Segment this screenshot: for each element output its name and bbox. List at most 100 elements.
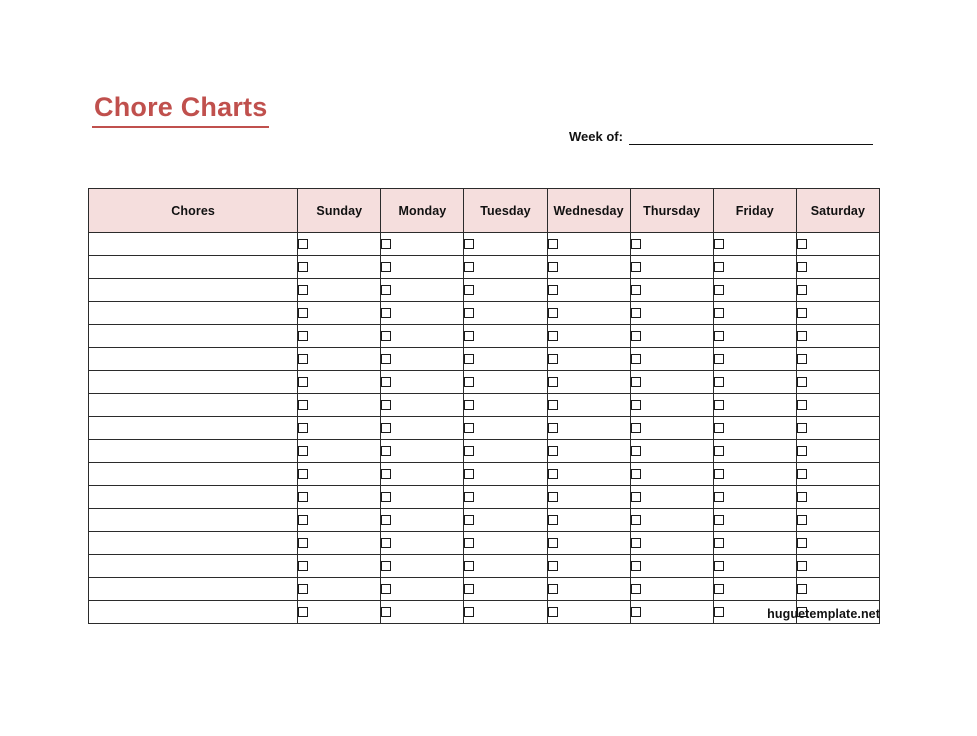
day-cell[interactable] — [629, 531, 714, 555]
checkbox-icon[interactable] — [630, 491, 641, 502]
day-cell[interactable] — [795, 462, 881, 486]
day-cell[interactable] — [297, 462, 382, 486]
chore-name-cell[interactable] — [87, 347, 299, 371]
day-cell[interactable] — [712, 278, 797, 302]
day-cell[interactable] — [546, 577, 631, 601]
day-cell[interactable] — [629, 232, 714, 256]
day-cell[interactable] — [380, 485, 465, 509]
checkbox-icon[interactable] — [464, 238, 475, 249]
chore-name-cell[interactable] — [87, 324, 299, 348]
checkbox-icon[interactable] — [547, 307, 558, 318]
day-cell[interactable] — [297, 255, 382, 279]
checkbox-icon[interactable] — [464, 583, 475, 594]
checkbox-icon[interactable] — [464, 491, 475, 502]
checkbox-icon[interactable] — [381, 330, 392, 341]
checkbox-icon[interactable] — [713, 445, 724, 456]
checkbox-icon[interactable] — [630, 399, 641, 410]
day-cell[interactable] — [712, 485, 797, 509]
checkbox-icon[interactable] — [547, 330, 558, 341]
checkbox-icon[interactable] — [630, 537, 641, 548]
checkbox-icon[interactable] — [630, 514, 641, 525]
checkbox-icon[interactable] — [464, 284, 475, 295]
day-cell[interactable] — [546, 416, 631, 440]
day-cell[interactable] — [463, 554, 548, 578]
day-cell[interactable] — [380, 393, 465, 417]
day-cell[interactable] — [795, 278, 881, 302]
day-cell[interactable] — [463, 485, 548, 509]
day-cell[interactable] — [795, 347, 881, 371]
chore-name-cell[interactable] — [87, 255, 299, 279]
day-cell[interactable] — [546, 232, 631, 256]
checkbox-icon[interactable] — [547, 399, 558, 410]
day-cell[interactable] — [463, 278, 548, 302]
chore-name-cell[interactable] — [87, 577, 299, 601]
checkbox-icon[interactable] — [464, 261, 475, 272]
checkbox-icon[interactable] — [630, 422, 641, 433]
day-cell[interactable] — [795, 255, 881, 279]
chore-name-cell[interactable] — [87, 301, 299, 325]
day-cell[interactable] — [297, 508, 382, 532]
checkbox-icon[interactable] — [464, 399, 475, 410]
checkbox-icon[interactable] — [381, 307, 392, 318]
checkbox-icon[interactable] — [464, 537, 475, 548]
checkbox-icon[interactable] — [796, 422, 807, 433]
day-cell[interactable] — [297, 531, 382, 555]
day-cell[interactable] — [712, 255, 797, 279]
checkbox-icon[interactable] — [381, 399, 392, 410]
chore-name-cell[interactable] — [87, 508, 299, 532]
day-cell[interactable] — [712, 554, 797, 578]
checkbox-icon[interactable] — [464, 330, 475, 341]
day-cell[interactable] — [463, 347, 548, 371]
day-cell[interactable] — [380, 301, 465, 325]
day-cell[interactable] — [297, 370, 382, 394]
checkbox-icon[interactable] — [381, 491, 392, 502]
day-cell[interactable] — [297, 577, 382, 601]
day-cell[interactable] — [297, 301, 382, 325]
checkbox-icon[interactable] — [713, 261, 724, 272]
chore-name-cell[interactable] — [87, 462, 299, 486]
checkbox-icon[interactable] — [298, 445, 309, 456]
day-cell[interactable] — [795, 324, 881, 348]
checkbox-icon[interactable] — [381, 376, 392, 387]
checkbox-icon[interactable] — [464, 376, 475, 387]
checkbox-icon[interactable] — [713, 307, 724, 318]
day-cell[interactable] — [629, 278, 714, 302]
checkbox-icon[interactable] — [464, 514, 475, 525]
day-cell[interactable] — [712, 370, 797, 394]
checkbox-icon[interactable] — [464, 560, 475, 571]
checkbox-icon[interactable] — [381, 560, 392, 571]
chore-name-cell[interactable] — [87, 278, 299, 302]
checkbox-icon[interactable] — [630, 261, 641, 272]
day-cell[interactable] — [380, 508, 465, 532]
checkbox-icon[interactable] — [713, 583, 724, 594]
checkbox-icon[interactable] — [713, 560, 724, 571]
checkbox-icon[interactable] — [298, 537, 309, 548]
day-cell[interactable] — [297, 393, 382, 417]
day-cell[interactable] — [463, 324, 548, 348]
checkbox-icon[interactable] — [713, 399, 724, 410]
day-cell[interactable] — [629, 577, 714, 601]
day-cell[interactable] — [795, 416, 881, 440]
checkbox-icon[interactable] — [464, 353, 475, 364]
checkbox-icon[interactable] — [464, 307, 475, 318]
day-cell[interactable] — [463, 393, 548, 417]
chore-name-cell[interactable] — [87, 370, 299, 394]
checkbox-icon[interactable] — [630, 284, 641, 295]
day-cell[interactable] — [546, 301, 631, 325]
checkbox-icon[interactable] — [381, 514, 392, 525]
checkbox-icon[interactable] — [298, 399, 309, 410]
day-cell[interactable] — [546, 531, 631, 555]
day-cell[interactable] — [380, 439, 465, 463]
day-cell[interactable] — [297, 278, 382, 302]
checkbox-icon[interactable] — [547, 238, 558, 249]
checkbox-icon[interactable] — [298, 560, 309, 571]
day-cell[interactable] — [629, 508, 714, 532]
checkbox-icon[interactable] — [547, 353, 558, 364]
day-cell[interactable] — [629, 416, 714, 440]
day-cell[interactable] — [297, 232, 382, 256]
checkbox-icon[interactable] — [547, 261, 558, 272]
day-cell[interactable] — [297, 439, 382, 463]
day-cell[interactable] — [712, 393, 797, 417]
day-cell[interactable] — [795, 531, 881, 555]
day-cell[interactable] — [463, 255, 548, 279]
